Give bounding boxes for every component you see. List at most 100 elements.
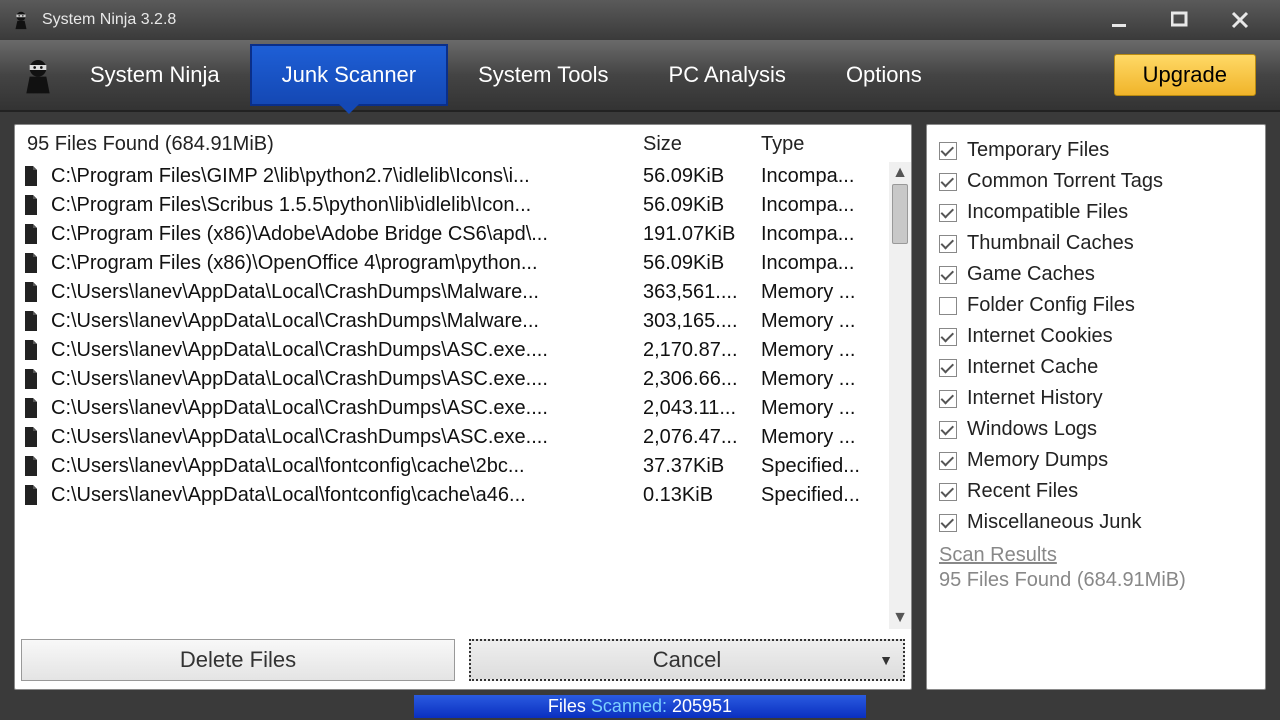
scroll-thumb[interactable] [892,184,908,244]
checkbox[interactable] [939,421,957,439]
table-row[interactable]: C:\Program Files\Scribus 1.5.5\python\li… [15,191,911,220]
file-size: 2,170.87... [643,339,761,362]
category-internet-cache[interactable]: Internet Cache [939,352,1253,383]
file-size: 56.09KiB [643,194,761,217]
category-incompatible-files[interactable]: Incompatible Files [939,197,1253,228]
scroll-up-icon[interactable]: ▲ [891,164,909,182]
file-path: C:\Users\lanev\AppData\Local\fontconfig\… [51,484,643,507]
checkbox[interactable] [939,266,957,284]
category-label: Windows Logs [967,418,1097,441]
file-path: C:\Users\lanev\AppData\Local\CrashDumps\… [51,281,643,304]
category-memory-dumps[interactable]: Memory Dumps [939,445,1253,476]
content-area: 95 Files Found (684.91MiB) Size Type C:\… [0,112,1280,694]
delete-files-button[interactable]: Delete Files [21,639,455,681]
category-internet-history[interactable]: Internet History [939,383,1253,414]
table-row[interactable]: C:\Program Files (x86)\Adobe\Adobe Bridg… [15,220,911,249]
checkbox[interactable] [939,483,957,501]
file-type: Specified... [761,484,881,507]
upgrade-button[interactable]: Upgrade [1114,54,1256,96]
table-row[interactable]: C:\Users\lanev\AppData\Local\CrashDumps\… [15,365,911,394]
category-recent-files[interactable]: Recent Files [939,476,1253,507]
table-row[interactable]: C:\Users\lanev\AppData\Local\fontconfig\… [15,481,911,510]
cancel-button[interactable]: Cancel ▼ [469,639,905,681]
file-icon [23,311,41,333]
category-label: Memory Dumps [967,449,1108,472]
category-thumbnail-caches[interactable]: Thumbnail Caches [939,228,1253,259]
table-row[interactable]: C:\Users\lanev\AppData\Local\CrashDumps\… [15,336,911,365]
checkbox[interactable] [939,142,957,160]
navbar: System Ninja Junk ScannerSystem ToolsPC … [0,40,1280,112]
category-windows-logs[interactable]: Windows Logs [939,414,1253,445]
file-size: 303,165.... [643,310,761,333]
results-panel: 95 Files Found (684.91MiB) Size Type C:\… [14,124,912,690]
progress-bar: Files Scanned: 205951 [414,695,866,718]
tab-pc-analysis[interactable]: PC Analysis [639,40,816,110]
file-type: Memory ... [761,339,881,362]
table-row[interactable]: C:\Users\lanev\AppData\Local\CrashDumps\… [15,423,911,452]
category-temporary-files[interactable]: Temporary Files [939,135,1253,166]
file-size: 2,043.11... [643,397,761,420]
file-type: Incompa... [761,194,881,217]
chevron-down-icon: ▼ [879,652,893,668]
tab-system-tools[interactable]: System Tools [448,40,638,110]
scroll-down-icon[interactable]: ▼ [891,609,909,627]
table-row[interactable]: C:\Users\lanev\AppData\Local\fontconfig\… [15,452,911,481]
file-size: 2,306.66... [643,368,761,391]
category-label: Miscellaneous Junk [967,511,1142,534]
checkbox[interactable] [939,514,957,532]
table-row[interactable]: C:\Users\lanev\AppData\Local\CrashDumps\… [15,278,911,307]
category-label: Recent Files [967,480,1078,503]
checkbox[interactable] [939,204,957,222]
file-path: C:\Program Files (x86)\Adobe\Adobe Bridg… [51,223,643,246]
file-icon [23,340,41,362]
checkbox[interactable] [939,328,957,346]
app-icon [10,9,32,31]
file-size: 37.37KiB [643,455,761,478]
tab-options[interactable]: Options [816,40,952,110]
checkbox[interactable] [939,390,957,408]
close-button[interactable] [1230,10,1250,30]
tab-junk-scanner[interactable]: Junk Scanner [250,44,449,106]
checkbox[interactable] [939,173,957,191]
table-row[interactable]: C:\Program Files (x86)\OpenOffice 4\prog… [15,249,911,278]
file-icon [23,195,41,217]
window-title: System Ninja 3.2.8 [42,11,1110,29]
category-label: Folder Config Files [967,294,1135,317]
category-label: Incompatible Files [967,201,1128,224]
app-window: System Ninja 3.2.8 System Ninja Junk Sca… [0,0,1280,720]
checkbox[interactable] [939,235,957,253]
minimize-button[interactable] [1110,10,1130,30]
column-size[interactable]: Size [643,133,761,156]
file-size: 56.09KiB [643,165,761,188]
file-icon [23,485,41,507]
checkbox[interactable] [939,359,957,377]
table-row[interactable]: C:\Users\lanev\AppData\Local\CrashDumps\… [15,394,911,423]
results-summary: 95 Files Found (684.91MiB) [23,133,643,156]
category-miscellaneous-junk[interactable]: Miscellaneous Junk [939,507,1253,538]
progress-label: Files Scanned: 205951 [548,696,732,717]
checkbox[interactable] [939,452,957,470]
titlebar: System Ninja 3.2.8 [0,0,1280,40]
maximize-button[interactable] [1170,10,1190,30]
category-common-torrent-tags[interactable]: Common Torrent Tags [939,166,1253,197]
checkbox[interactable] [939,297,957,315]
file-path: C:\Program Files\Scribus 1.5.5\python\li… [51,194,643,217]
scan-results-summary: 95 Files Found (684.91MiB) [939,569,1253,592]
table-row[interactable]: C:\Users\lanev\AppData\Local\CrashDumps\… [15,307,911,336]
category-label: Thumbnail Caches [967,232,1134,255]
category-internet-cookies[interactable]: Internet Cookies [939,321,1253,352]
category-label: Internet Cache [967,356,1098,379]
results-grid: C:\Program Files\GIMP 2\lib\python2.7\id… [15,162,911,629]
file-icon [23,398,41,420]
scrollbar[interactable]: ▲ ▼ [889,162,911,629]
file-type: Specified... [761,455,881,478]
category-folder-config-files[interactable]: Folder Config Files [939,290,1253,321]
table-row[interactable]: C:\Program Files\GIMP 2\lib\python2.7\id… [15,162,911,191]
logo-icon [16,40,60,110]
file-path: C:\Program Files\GIMP 2\lib\python2.7\id… [51,165,643,188]
file-size: 191.07KiB [643,223,761,246]
scan-results-heading[interactable]: Scan Results [939,544,1253,567]
nav-brand[interactable]: System Ninja [60,40,250,110]
category-game-caches[interactable]: Game Caches [939,259,1253,290]
column-type[interactable]: Type [761,133,881,156]
